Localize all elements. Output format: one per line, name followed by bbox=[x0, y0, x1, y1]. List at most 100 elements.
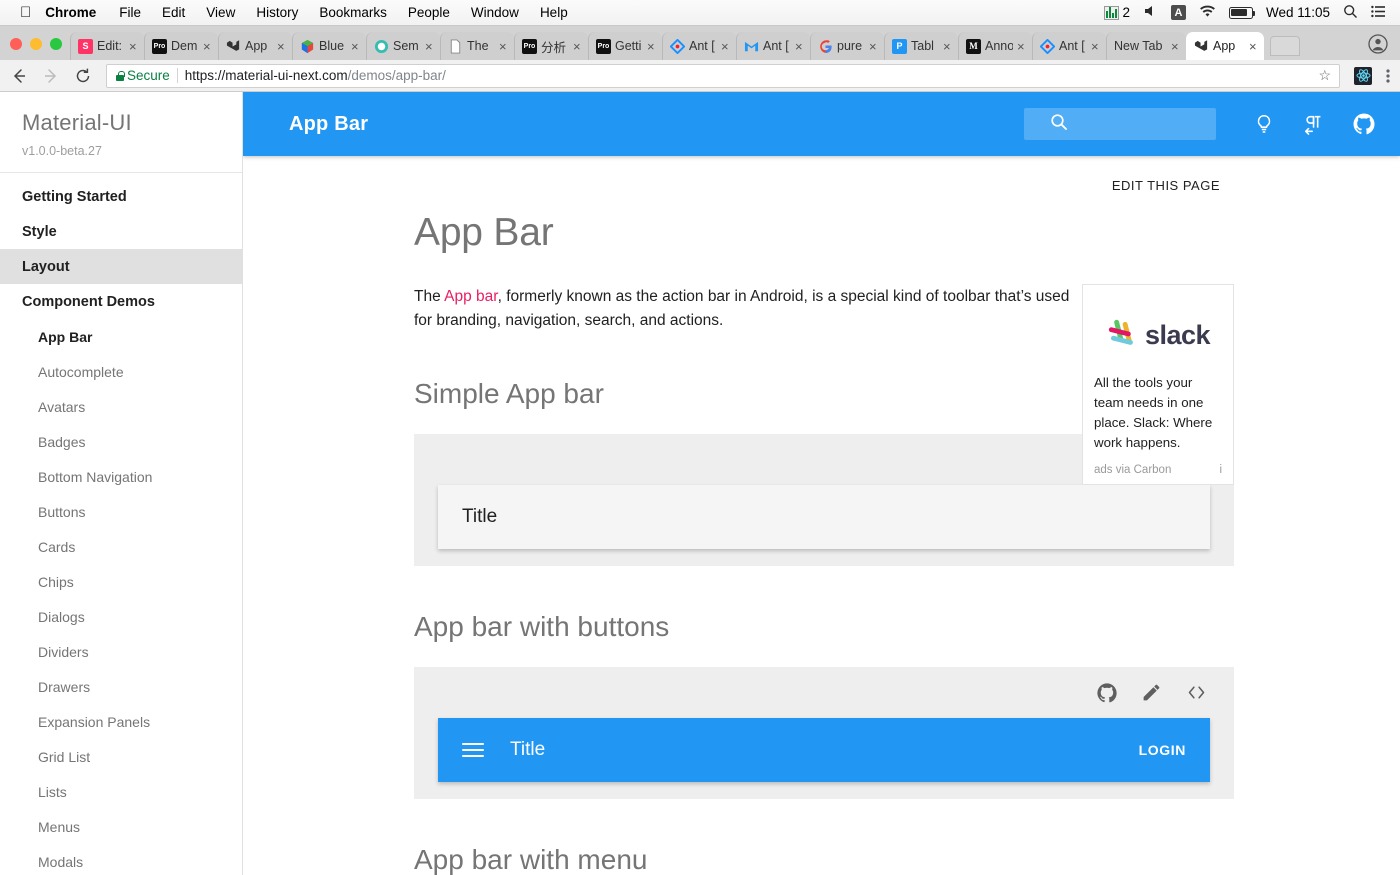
chrome-menu-icon[interactable] bbox=[1386, 68, 1390, 84]
sidebar-item-app-bar[interactable]: App Bar bbox=[0, 319, 242, 354]
page-scroll-area[interactable]: EDIT THIS PAGE App Bar The App bar, form… bbox=[243, 156, 1400, 875]
browser-tab[interactable]: Pro Dem × bbox=[144, 32, 218, 60]
tab-close-icon[interactable]: × bbox=[351, 40, 362, 53]
menu-window[interactable]: Window bbox=[471, 5, 519, 20]
menu-chrome[interactable]: Chrome bbox=[45, 5, 96, 20]
edit-pencil-icon[interactable] bbox=[1140, 681, 1163, 704]
volume-icon[interactable] bbox=[1143, 4, 1158, 21]
tab-favicon-ant-design bbox=[670, 38, 685, 54]
browser-tab[interactable]: New Tab × bbox=[1106, 32, 1186, 60]
browser-tab[interactable]: Pro 分析 × bbox=[514, 32, 588, 60]
sidebar-item-expansion-panels[interactable]: Expansion Panels bbox=[0, 704, 242, 739]
browser-tab[interactable]: pure × bbox=[810, 32, 884, 60]
os-clock[interactable]: Wed 11:05 bbox=[1266, 5, 1330, 20]
tab-close-icon[interactable]: × bbox=[573, 40, 584, 53]
wifi-icon[interactable] bbox=[1199, 5, 1216, 21]
react-devtools-icon[interactable] bbox=[1354, 66, 1372, 85]
input-source-icon[interactable]: A bbox=[1170, 5, 1186, 20]
sidebar-item-avatars[interactable]: Avatars bbox=[0, 389, 242, 424]
tab-close-icon[interactable]: × bbox=[277, 40, 288, 53]
browser-tab[interactable]: Ant [ × bbox=[662, 32, 736, 60]
menu-file[interactable]: File bbox=[119, 5, 141, 20]
sidebar-item-modals[interactable]: Modals bbox=[0, 844, 242, 875]
spotlight-search-icon[interactable] bbox=[1343, 4, 1358, 22]
tab-favicon-medium: M bbox=[966, 38, 981, 54]
tab-close-icon[interactable]: × bbox=[795, 40, 806, 53]
sidebar-item-grid-list[interactable]: Grid List bbox=[0, 739, 242, 774]
github-icon[interactable] bbox=[1352, 112, 1376, 136]
sidebar-item-chips[interactable]: Chips bbox=[0, 564, 242, 599]
lightbulb-icon[interactable] bbox=[1252, 112, 1276, 136]
sidebar-item-style[interactable]: Style bbox=[0, 214, 242, 249]
tab-close-icon[interactable]: × bbox=[869, 40, 880, 53]
sidebar-item-component-demos[interactable]: Component Demos bbox=[0, 284, 242, 319]
ad-provider-label[interactable]: ads via Carbon bbox=[1094, 464, 1171, 476]
tab-close-icon[interactable]: × bbox=[943, 40, 954, 53]
close-window-button[interactable] bbox=[10, 38, 22, 50]
browser-tab[interactable]: The × bbox=[440, 32, 514, 60]
app-bar-actions bbox=[1252, 112, 1376, 136]
tab-close-icon[interactable]: × bbox=[499, 40, 510, 53]
browser-tab[interactable]: Ant [ × bbox=[736, 32, 810, 60]
sidebar-item-getting-started[interactable]: Getting Started bbox=[0, 179, 242, 214]
back-arrow-icon[interactable] bbox=[10, 67, 28, 85]
browser-tab[interactable]: M Anno × bbox=[958, 32, 1032, 60]
menu-people[interactable]: People bbox=[408, 5, 450, 20]
bookmark-star-icon[interactable]: ☆ bbox=[1318, 67, 1331, 84]
tab-close-icon[interactable]: × bbox=[1171, 40, 1182, 53]
sidebar-item-buttons[interactable]: Buttons bbox=[0, 494, 242, 529]
github-icon[interactable] bbox=[1095, 681, 1118, 704]
ad-info-icon[interactable]: i bbox=[1219, 464, 1222, 476]
edit-this-page-link[interactable]: EDIT THIS PAGE bbox=[243, 156, 1400, 193]
sidebar-item-bottom-navigation[interactable]: Bottom Navigation bbox=[0, 459, 242, 494]
sidebar-item-autocomplete[interactable]: Autocomplete bbox=[0, 354, 242, 389]
app-bar-spec-link[interactable]: App bar bbox=[444, 288, 497, 305]
sidebar-item-dialogs[interactable]: Dialogs bbox=[0, 599, 242, 634]
tab-close-icon[interactable]: × bbox=[647, 40, 658, 53]
menu-bookmarks[interactable]: Bookmarks bbox=[319, 5, 387, 20]
browser-tab[interactable]: P Tabl × bbox=[884, 32, 958, 60]
sidebar-item-layout[interactable]: Layout bbox=[0, 249, 242, 284]
new-tab-button[interactable] bbox=[1270, 36, 1300, 56]
browser-tab[interactable]: Sem × bbox=[366, 32, 440, 60]
text-direction-icon[interactable] bbox=[1302, 112, 1326, 136]
menu-history[interactable]: History bbox=[256, 5, 298, 20]
tab-close-icon[interactable]: × bbox=[1249, 40, 1260, 53]
sidebar-item-drawers[interactable]: Drawers bbox=[0, 669, 242, 704]
tab-close-icon[interactable]: × bbox=[203, 40, 214, 53]
forward-arrow-icon[interactable] bbox=[42, 67, 60, 85]
battery-icon[interactable] bbox=[1228, 6, 1256, 19]
sidebar-item-dividers[interactable]: Dividers bbox=[0, 634, 242, 669]
menu-edit[interactable]: Edit bbox=[162, 5, 185, 20]
code-icon[interactable] bbox=[1185, 681, 1208, 704]
browser-tab[interactable]: S Edit: × bbox=[70, 32, 144, 60]
menu-help[interactable]: Help bbox=[540, 5, 568, 20]
carbon-ad[interactable]: slack All the tools your team needs in o… bbox=[1082, 284, 1234, 485]
sidebar-item-menus[interactable]: Menus bbox=[0, 809, 242, 844]
browser-tab[interactable]: Blue × bbox=[292, 32, 366, 60]
notification-center-icon[interactable] bbox=[1371, 5, 1386, 21]
tab-close-icon[interactable]: × bbox=[1017, 40, 1028, 53]
search-input[interactable] bbox=[1024, 108, 1216, 140]
apple-icon[interactable]:  bbox=[20, 5, 31, 20]
browser-tab[interactable]: App × bbox=[218, 32, 292, 60]
browser-tab[interactable]: Pro Getti × bbox=[588, 32, 662, 60]
menu-hamburger-icon[interactable] bbox=[462, 743, 484, 758]
sidebar-item-lists[interactable]: Lists bbox=[0, 774, 242, 809]
tab-close-icon[interactable]: × bbox=[425, 40, 436, 53]
profile-avatar-icon[interactable] bbox=[1368, 34, 1388, 54]
menu-view[interactable]: View bbox=[206, 5, 235, 20]
address-bar[interactable]: Secure https://material-ui-next.com/demo… bbox=[106, 63, 1340, 88]
sidebar-item-badges[interactable]: Badges bbox=[0, 424, 242, 459]
browser-tab[interactable]: Ant [ × bbox=[1032, 32, 1106, 60]
reload-icon[interactable] bbox=[74, 67, 92, 85]
tab-close-icon[interactable]: × bbox=[721, 40, 732, 53]
minimize-window-button[interactable] bbox=[30, 38, 42, 50]
maximize-window-button[interactable] bbox=[50, 38, 62, 50]
equalizer-status[interactable]: 2 bbox=[1104, 5, 1130, 20]
login-button[interactable]: LOGIN bbox=[1139, 742, 1186, 758]
tab-close-icon[interactable]: × bbox=[129, 40, 140, 53]
browser-tab-active[interactable]: App × bbox=[1186, 32, 1264, 60]
sidebar-item-cards[interactable]: Cards bbox=[0, 529, 242, 564]
tab-close-icon[interactable]: × bbox=[1091, 40, 1102, 53]
